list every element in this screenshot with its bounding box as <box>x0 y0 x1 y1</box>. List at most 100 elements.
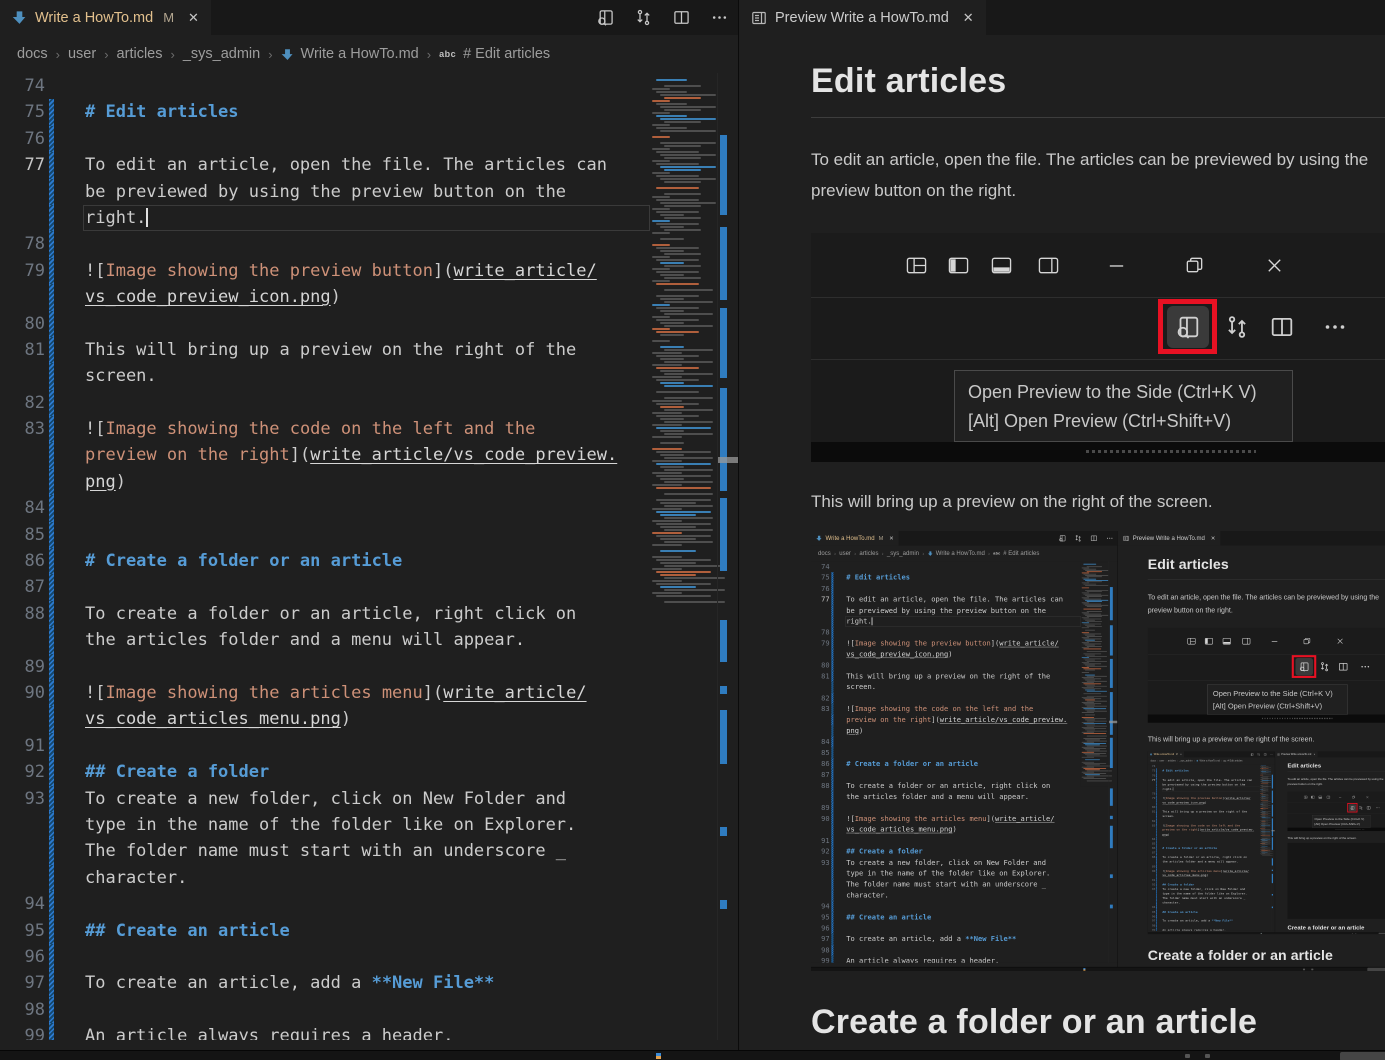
tab-write-a-howto[interactable]: Write a HowTo.md M ✕ <box>0 0 211 35</box>
minimap-line <box>652 328 670 330</box>
breadcrumb-item[interactable]: user <box>68 46 96 62</box>
minimap-line <box>660 442 684 444</box>
code-line[interactable]: 99An article always requires a header. <box>0 1023 738 1040</box>
modified-line-indicator <box>49 918 54 944</box>
open-changes-icon[interactable] <box>635 9 652 26</box>
minimap-line <box>652 568 682 570</box>
minimap-line <box>660 226 684 228</box>
minimap-line <box>652 340 670 342</box>
breadcrumb-item[interactable]: Write a HowTo.md <box>301 46 419 62</box>
modified-line-indicator <box>49 733 54 759</box>
split-editor-icon[interactable] <box>673 9 690 26</box>
code-line[interactable]: png) <box>0 469 738 495</box>
modified-line-indicator <box>49 469 54 495</box>
minimap-line <box>660 358 684 360</box>
code-line[interactable]: screen. <box>0 363 738 389</box>
preview-pane: Preview Write a HowTo.md ✕ Edit articles… <box>738 0 1385 1050</box>
minimap-line <box>660 154 716 156</box>
minimap-line <box>656 583 711 585</box>
minimap-line <box>656 295 699 297</box>
code-line[interactable]: 85 <box>0 522 738 548</box>
code-line[interactable]: 80 <box>0 311 738 337</box>
more-actions-icon <box>1323 315 1347 339</box>
open-preview-icon[interactable] <box>597 9 614 26</box>
minimap-line <box>652 400 682 402</box>
code-line[interactable]: 78 <box>0 231 738 257</box>
code-line[interactable]: 81This will bring up a preview on the ri… <box>0 337 738 363</box>
code-line[interactable]: 96 <box>0 944 738 970</box>
code-line[interactable]: 87 <box>0 574 738 600</box>
code-line[interactable]: right. <box>0 205 738 231</box>
modified-line-indicator <box>49 891 54 917</box>
chevron-right-icon: › <box>169 47 175 62</box>
minimap-line <box>656 475 711 477</box>
tooltip-line-2: [Alt] Open Preview (Ctrl+Shift+V) <box>968 407 1279 436</box>
minimap[interactable] <box>650 76 716 616</box>
code-line[interactable]: type in the name of the folder like on E… <box>0 812 738 838</box>
close-tab-icon[interactable]: ✕ <box>963 10 974 26</box>
code-line[interactable]: 91 <box>0 733 738 759</box>
code-line[interactable]: vs_code_articles_menu.png) <box>0 706 738 732</box>
code-lines[interactable]: 7475# Edit articles7677To edit an articl… <box>0 73 738 1040</box>
line-text: To create an article, add a **New File** <box>85 970 494 996</box>
code-line[interactable]: 84 <box>0 495 738 521</box>
modified-line-indicator <box>49 390 54 416</box>
breadcrumb-item[interactable]: docs <box>17 46 48 62</box>
code-line[interactable]: The folder name must start with an under… <box>0 838 738 864</box>
code-line[interactable]: 77To edit an article, open the file. The… <box>0 152 738 178</box>
minimap-line <box>656 211 699 213</box>
code-line[interactable]: 90![Image showing the articles menu](wri… <box>0 680 738 706</box>
code-line[interactable]: be previewed by using the preview button… <box>0 179 738 205</box>
code-line[interactable]: 88To create a folder or an article, righ… <box>0 601 738 627</box>
tab-preview-write-a-howto[interactable]: Preview Write a HowTo.md ✕ <box>739 0 986 35</box>
minimap-line <box>664 529 713 531</box>
minimap-line <box>664 517 713 519</box>
breadcrumb-item[interactable]: _sys_admin <box>183 46 260 62</box>
scrollbar-fragment[interactable] <box>1340 1052 1385 1060</box>
code-line[interactable]: preview on the right](write_article/vs_c… <box>0 442 738 468</box>
code-line[interactable]: 82 <box>0 390 738 416</box>
line-text: ## Create a folder <box>85 759 269 785</box>
minimap-line <box>664 397 713 399</box>
minimap-line <box>664 493 713 495</box>
preview-tab-bar: Preview Write a HowTo.md ✕ <box>739 0 1385 35</box>
close-tab-icon[interactable]: ✕ <box>188 10 199 26</box>
markdown-file-icon <box>12 10 27 25</box>
code-line[interactable]: 79![Image showing the preview button](wr… <box>0 258 738 284</box>
code-line[interactable]: 86# Create a folder or an article <box>0 548 738 574</box>
minimap-line <box>656 127 687 129</box>
code-line[interactable]: 97To create an article, add a **New File… <box>0 970 738 996</box>
markdown-preview-icon <box>751 10 767 26</box>
more-actions-icon[interactable] <box>711 9 728 26</box>
code-line[interactable]: vs_code_preview_icon.png) <box>0 284 738 310</box>
code-line[interactable]: 74 <box>0 73 738 99</box>
code-line[interactable]: 83![Image showing the code on the left a… <box>0 416 738 442</box>
minimap-line <box>652 484 682 486</box>
minimap-line <box>656 559 711 561</box>
preview-image-code-and-preview: Write a HowTo.md M ✕ docs›user›articles›… <box>811 531 1385 971</box>
minimap-line <box>652 268 670 270</box>
modified-overview-mark <box>720 388 727 491</box>
modified-badge: M <box>163 10 174 25</box>
code-line[interactable]: 93To create a new folder, click on New F… <box>0 786 738 812</box>
editor-body[interactable]: 7475# Edit articles7677To edit an articl… <box>0 73 738 1040</box>
code-line[interactable]: 76 <box>0 126 738 152</box>
breadcrumb[interactable]: docs›user›articles›_sys_admin›Write a Ho… <box>0 35 738 73</box>
minimap-line <box>664 433 713 435</box>
minimap-line <box>660 514 696 516</box>
code-line[interactable]: 95## Create an article <box>0 918 738 944</box>
code-line[interactable]: 75# Edit articles <box>0 99 738 125</box>
breadcrumb-item[interactable]: # Edit articles <box>463 46 550 62</box>
tiny-text-blur <box>1086 450 1256 453</box>
code-line[interactable]: character. <box>0 865 738 891</box>
minimap-line <box>656 403 699 405</box>
code-line[interactable]: 92## Create a folder <box>0 759 738 785</box>
markdown-preview[interactable]: Edit articles To edit an article, open t… <box>739 35 1385 1050</box>
code-line[interactable]: 89 <box>0 654 738 680</box>
minimap-line <box>660 334 684 336</box>
code-line[interactable]: 94 <box>0 891 738 917</box>
minimap-line <box>664 265 701 267</box>
code-line[interactable]: the articles folder and a menu will appe… <box>0 627 738 653</box>
code-line[interactable]: 98 <box>0 997 738 1023</box>
breadcrumb-item[interactable]: articles <box>117 46 163 62</box>
